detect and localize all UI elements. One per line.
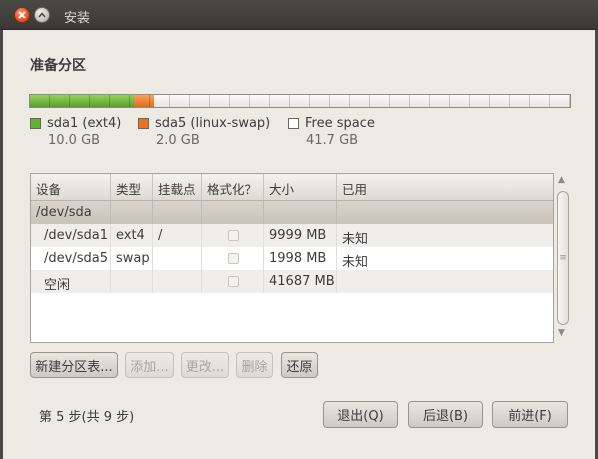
quit-button[interactable]: 退出(Q) [323, 401, 398, 428]
cell-mount [153, 247, 202, 270]
column-header-device[interactable]: 设备 [31, 174, 111, 200]
table-row[interactable]: /dev/sda5 swap 1998 MB 未知 [31, 247, 553, 270]
legend-swatch-free [288, 118, 299, 129]
legend-swatch-sda5 [138, 118, 149, 129]
back-button[interactable]: 后退(B) [408, 401, 483, 428]
cell-device: /dev/sda1 [31, 224, 111, 247]
cell-format [202, 224, 264, 247]
legend-swatch-sda1 [30, 118, 41, 129]
format-checkbox[interactable] [227, 230, 239, 241]
cell-size [264, 201, 337, 224]
partition-table: 设备 类型 挂载点 格式化？ 大小 已用 /dev/sda /dev/sda1 … [30, 173, 554, 343]
legend-size: 10.0 GB [48, 133, 101, 148]
cell-format [202, 247, 264, 270]
delete-partition-button[interactable]: 删除 [236, 352, 273, 378]
forward-button[interactable]: 前进(F) [492, 401, 568, 428]
title-bar: 安装 [0, 0, 598, 30]
revert-button[interactable]: 还原 [281, 352, 318, 378]
legend-item-free: Free space 41.7 GB [288, 116, 375, 148]
cell-type [111, 270, 153, 293]
window-title: 安装 [64, 11, 91, 26]
column-header-format[interactable]: 格式化？ [202, 174, 264, 200]
legend-label: sda5 (linux-swap) [155, 116, 271, 131]
format-checkbox[interactable] [227, 253, 239, 264]
scrollbar-thumb[interactable]: ≡ [557, 191, 569, 325]
column-header-size[interactable]: 大小 [264, 174, 337, 200]
legend-size: 2.0 GB [156, 133, 200, 148]
column-header-type[interactable]: 类型 [111, 174, 153, 200]
minimize-window-button[interactable] [34, 7, 50, 23]
step-indicator: 第 5 步(共 9 步) [39, 410, 135, 425]
cell-size: 1998 MB [264, 247, 337, 270]
partition-segment-sda1 [30, 95, 134, 107]
chevron-up-icon [38, 12, 46, 18]
table-row[interactable]: 空闲 41687 MB [31, 270, 553, 293]
column-header-mount[interactable]: 挂载点 [153, 174, 202, 200]
scroll-up-icon[interactable]: ▲ [558, 175, 565, 185]
cell-mount [153, 201, 202, 224]
scroll-down-icon[interactable]: ▼ [558, 328, 565, 338]
cell-size: 41687 MB [264, 270, 337, 293]
cell-device: 空闲 [31, 270, 111, 293]
table-row[interactable]: /dev/sda1 ext4 / 9999 MB 未知 [31, 224, 553, 247]
column-header-used[interactable]: 已用 [337, 174, 553, 200]
close-window-button[interactable] [14, 7, 30, 23]
cell-device: /dev/sda5 [31, 247, 111, 270]
legend-item-sda1: sda1 (ext4) 10.0 GB [30, 116, 121, 148]
cell-mount [153, 270, 202, 293]
cell-used: 未知 [342, 232, 369, 247]
grip-icon: ≡ [559, 253, 567, 263]
legend-label: sda1 (ext4) [47, 116, 122, 131]
cell-used: 未知 [342, 255, 369, 270]
legend-item-sda5: sda5 (linux-swap) 2.0 GB [138, 116, 270, 148]
cell-used [337, 201, 553, 224]
change-partition-button[interactable]: 更改... [181, 352, 229, 378]
legend-label: Free space [305, 116, 375, 131]
cell-type [111, 201, 153, 224]
new-partition-table-button[interactable]: 新建分区表... [30, 352, 118, 378]
legend-size: 41.7 GB [306, 133, 359, 148]
table-header: 设备 类型 挂载点 格式化？ 大小 已用 [31, 174, 553, 201]
close-icon [18, 11, 26, 19]
cell-format [202, 201, 264, 224]
table-scrollbar[interactable]: ▲ ≡ ▼ [554, 173, 572, 343]
partition-segment-free [154, 95, 570, 107]
cell-device: /dev/sda [31, 201, 111, 224]
cell-type: ext4 [111, 224, 153, 247]
add-partition-button[interactable]: 添加... [125, 352, 174, 378]
format-checkbox[interactable] [227, 276, 239, 287]
table-row-disk[interactable]: /dev/sda [31, 201, 553, 224]
cell-size: 9999 MB [264, 224, 337, 247]
cell-mount: / [153, 224, 202, 247]
partition-segment-sda5 [133, 95, 155, 107]
cell-format [202, 270, 264, 293]
cell-type: swap [111, 247, 153, 270]
cell-used [337, 270, 553, 293]
partition-bar [29, 94, 571, 108]
page-title: 准备分区 [30, 58, 86, 74]
